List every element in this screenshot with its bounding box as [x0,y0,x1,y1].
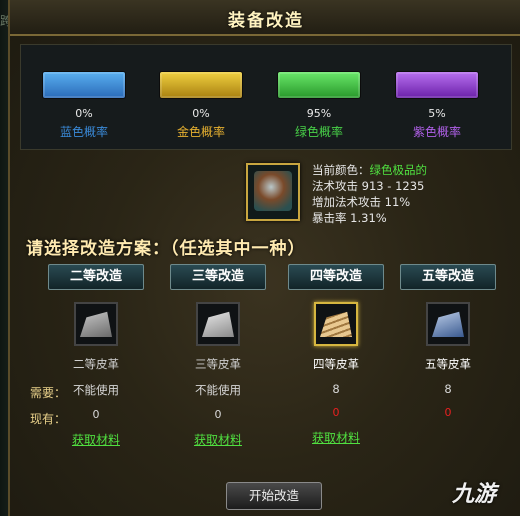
material-have: 0 [444,406,452,419]
stat-current-color: 当前颜色：绿色极品的 [312,162,427,178]
equipment-slot[interactable] [246,163,300,221]
get-material-link[interactable]: 获取材料 [170,431,266,448]
material-have: 0 [92,408,100,421]
option-grade-4: 四等改造 四等皮革 8 0 获取材料 [288,264,384,446]
material-name: 五等皮革 [425,357,471,371]
probability-blue: 0% 蓝色概率 [42,71,126,140]
probability-value-blue: 0% [75,107,93,120]
material-slot-grade-4[interactable] [314,302,358,346]
option-grade-2: 二等改造 二等皮革 不能使用 0 获取材料 [48,264,144,448]
site-watermark: 九游 [452,482,497,507]
get-material-link[interactable]: 获取材料 [48,431,144,448]
material-need: 8 [332,382,340,396]
material-slot-grade-3[interactable] [196,302,240,346]
material-name: 二等皮革 [73,357,119,371]
material-slot-grade-2[interactable] [74,302,118,346]
material-slot-grade-5[interactable] [426,302,470,346]
material-have: 0 [332,406,340,419]
stat-crit-rate: 暴击率 1.31% [312,211,387,225]
window-title: 装备改造 [228,11,304,31]
probability-purple: 5% 紫色概率 [395,71,479,140]
reform-grade-2-button[interactable]: 二等改造 [48,264,144,290]
equipment-stats: 当前颜色：绿色极品的 法术攻击 913 - 1235 增加法术攻击 11% 暴击… [312,162,427,226]
equipment-icon [254,171,292,211]
material-name: 四等皮革 [313,357,359,371]
get-material-link[interactable]: 获取材料 [288,429,384,446]
stat-magic-attack-bonus: 增加法术攻击 11% [312,195,411,209]
probability-label-gold: 金色概率 [176,125,225,139]
probability-green: 95% 绿色概率 [277,71,361,140]
probability-bar-purple [395,71,479,99]
material-name: 三等皮革 [195,357,241,371]
title-bar[interactable]: 装备改造 [10,0,520,36]
probability-bar-green [277,71,361,99]
probability-label-purple: 紫色概率 [412,125,461,139]
option-grade-3: 三等改造 三等皮革 不能使用 0 获取材料 [170,264,266,448]
leather-icon [320,311,352,337]
material-have: 0 [214,408,222,421]
leather-icon [202,311,234,337]
reform-grade-4-button[interactable]: 四等改造 [288,264,384,290]
probability-bar-gold [159,71,243,99]
probability-panel: 0% 蓝色概率 0% 金色概率 95% 绿色概率 5% 紫色概率 [20,44,512,150]
leather-icon [432,311,464,337]
material-need: 不能使用 [195,383,241,397]
probability-bar-blue [42,71,126,99]
probability-value-gold: 0% [192,107,210,120]
choose-plan-prompt: 请选择改造方案：（任选其中一种） [26,239,306,259]
material-need: 8 [444,382,452,396]
option-grade-5: 五等改造 五等皮革 8 0 [400,264,496,419]
start-reform-button[interactable]: 开始改造 [226,482,322,510]
probability-label-blue: 蓝色概率 [59,125,108,139]
current-color-label: 当前颜色： [312,163,370,177]
probability-gold: 0% 金色概率 [159,71,243,140]
current-color-value: 绿色极品的 [369,163,428,177]
reform-grade-3-button[interactable]: 三等改造 [170,264,266,290]
equipment-reform-window: 装备改造 0% 蓝色概率 0% 金色概率 95% 绿色概率 5% 紫色概率 当前… [8,0,520,516]
probability-label-green: 绿色概率 [294,125,343,139]
leather-icon [80,311,112,337]
reform-grade-5-button[interactable]: 五等改造 [400,264,496,290]
material-need: 不能使用 [73,383,119,397]
probability-value-green: 95% [306,107,332,120]
stat-magic-attack: 法术攻击 913 - 1235 [312,179,425,193]
probability-value-purple: 5% [428,107,446,120]
